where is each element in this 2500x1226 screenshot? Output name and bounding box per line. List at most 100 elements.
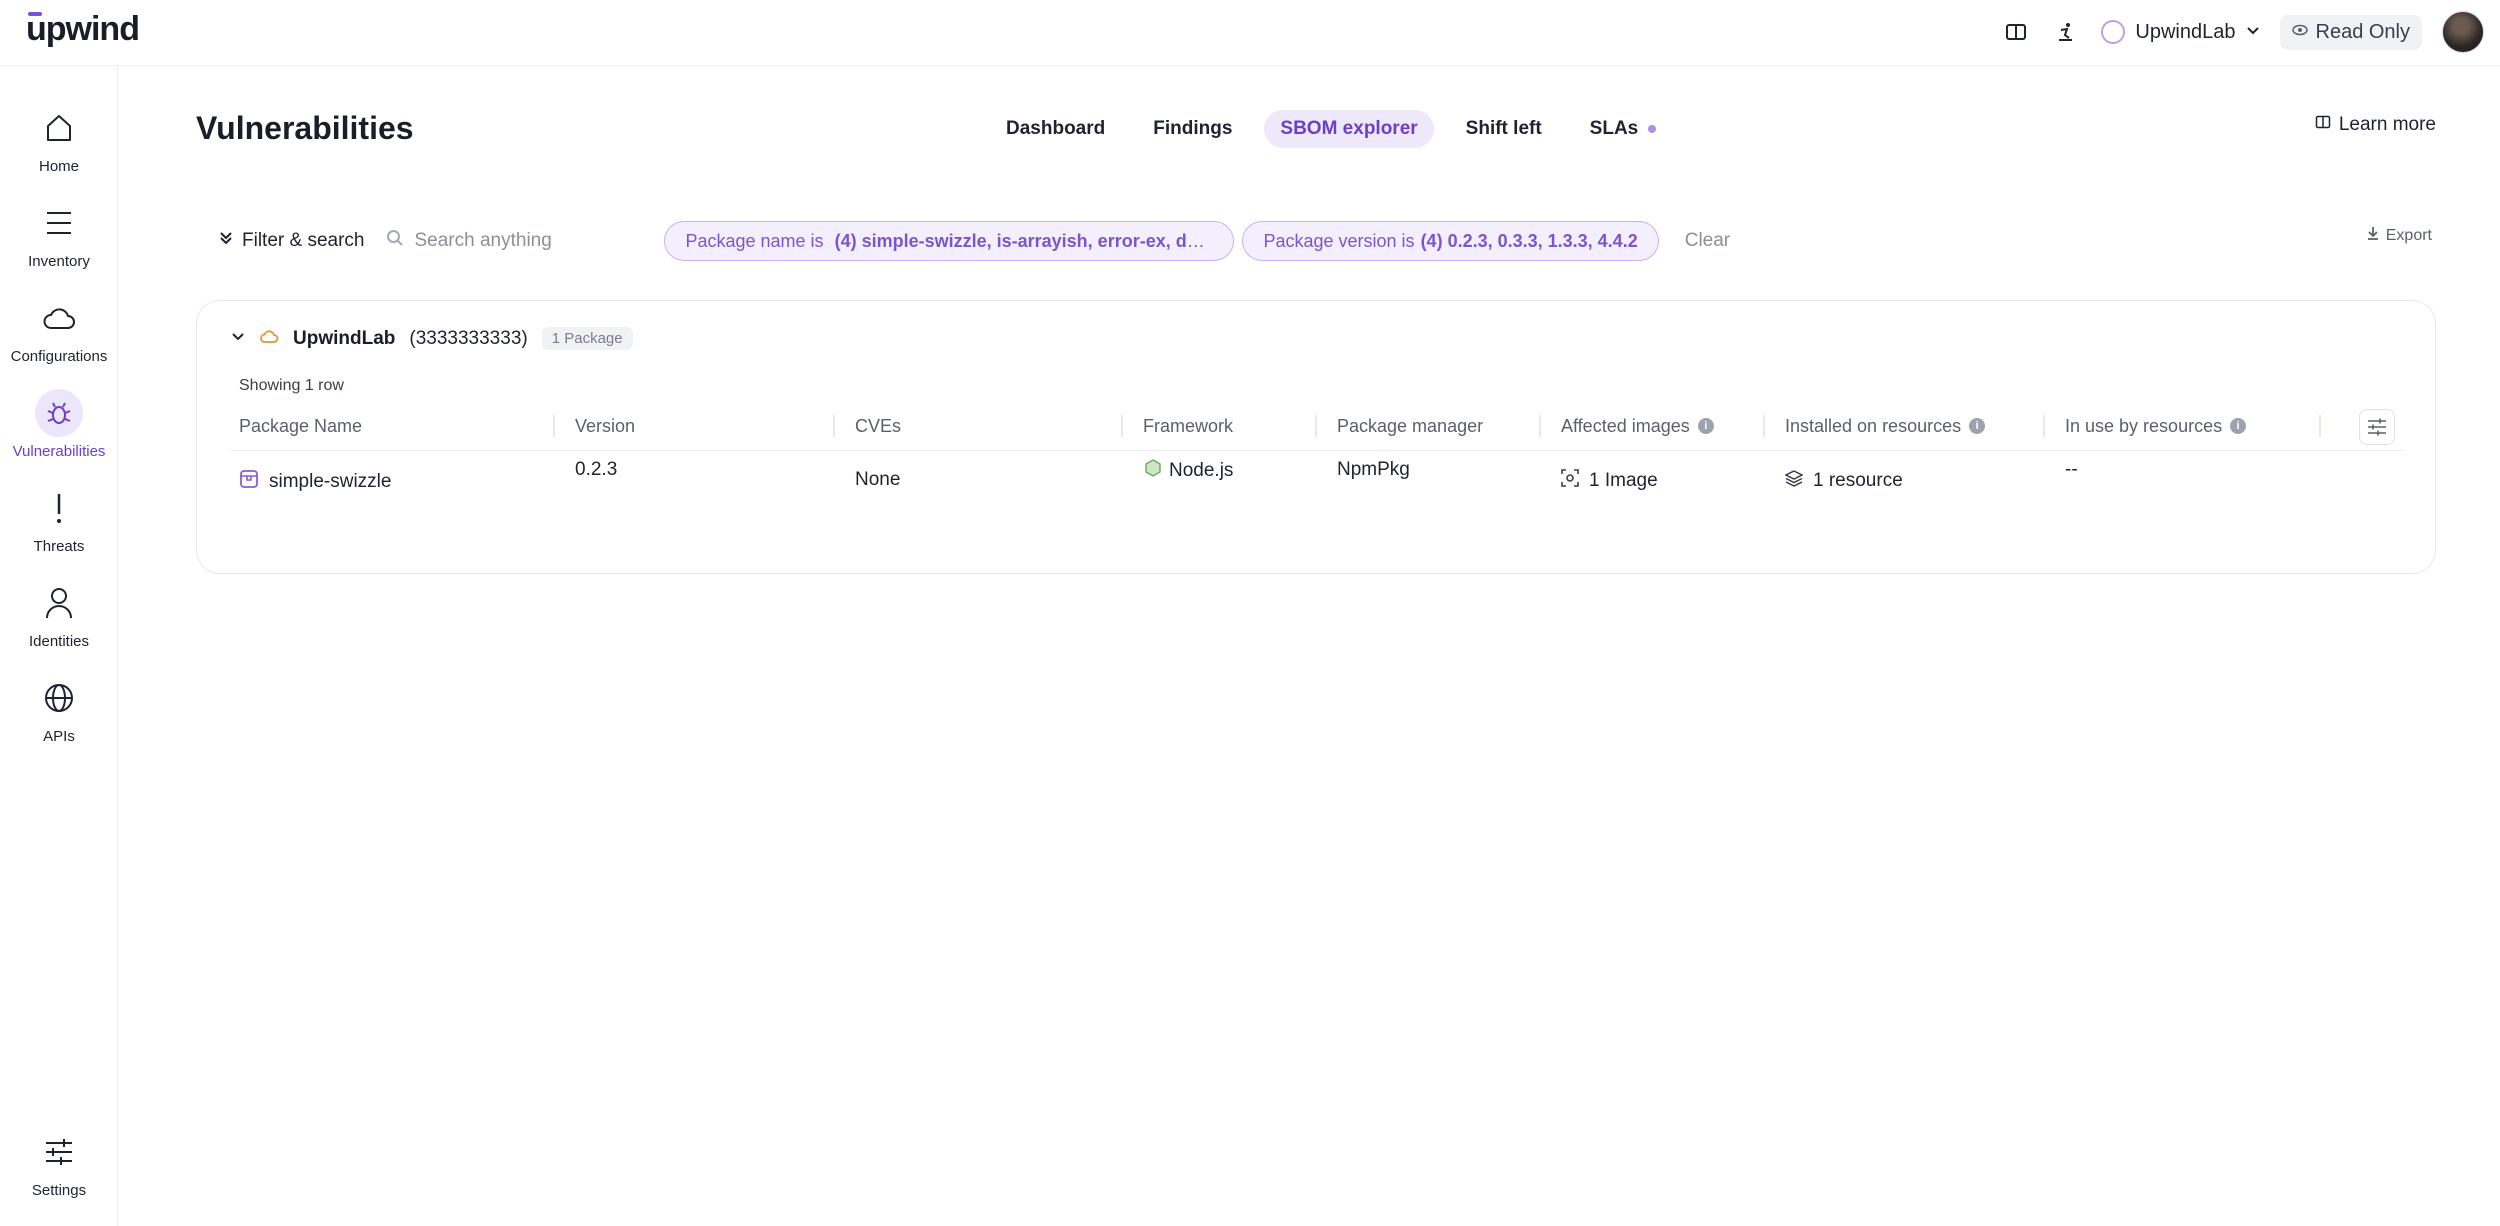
filter-chip-package-version[interactable]: Package version is (4) 0.2.3, 0.3.3, 1.3… — [1242, 221, 1659, 261]
tenant-ring-icon — [2101, 20, 2126, 44]
top-bar: upwind UpwindLab Read Only — [0, 0, 2500, 66]
column-header-framework[interactable]: Framework — [1143, 413, 1233, 439]
tab-slas-label: SLAs — [1589, 118, 1639, 139]
tab-findings[interactable]: Findings — [1137, 110, 1248, 148]
filter-chip-package-name[interactable]: Package name is (4) simple-swizzle, is-a… — [664, 221, 1235, 261]
sidebar-item-settings[interactable]: Settings — [0, 1128, 118, 1218]
sidebar-item-label: Configurations — [10, 348, 108, 365]
cell-affected-images[interactable]: 1 Image — [1561, 469, 1658, 493]
cell-package-manager: NpmPkg — [1337, 459, 1410, 480]
search-icon — [386, 229, 404, 253]
sidebar-item-vulnerabilities[interactable]: Vulnerabilities — [0, 389, 118, 479]
column-resize-handle[interactable] — [2319, 415, 2321, 437]
cell-installed-on-resources[interactable]: 1 resource — [1784, 469, 1903, 493]
column-header-package-name[interactable]: Package Name — [239, 413, 362, 439]
export-button[interactable]: Export — [2366, 226, 2432, 245]
filter-chip-prefix: Package version is — [1263, 230, 1415, 251]
sidebar-item-label: Inventory — [28, 253, 90, 270]
filter-chip-value: (4) 0.2.3, 0.3.3, 1.3.3, 4.4.2 — [1420, 230, 1638, 251]
sliders-icon — [35, 1128, 83, 1176]
filter-chip-prefix: Package name is — [685, 230, 824, 251]
list-icon — [35, 199, 83, 247]
column-header-package-manager[interactable]: Package manager — [1337, 413, 1483, 439]
package-name-text: simple-swizzle — [269, 471, 392, 492]
column-resize-handle[interactable] — [833, 415, 835, 437]
cloud-icon — [35, 294, 83, 342]
sidebar-item-inventory[interactable]: Inventory — [0, 199, 118, 289]
column-settings-button[interactable] — [2359, 409, 2395, 445]
export-label: Export — [2385, 226, 2432, 244]
book-icon — [2315, 114, 2331, 136]
tab-shift-left[interactable]: Shift left — [1450, 110, 1558, 148]
page-title: Vulnerabilities — [196, 110, 414, 146]
eye-icon — [2291, 21, 2308, 44]
filter-bar: Filter & search Search anything Package … — [218, 220, 1730, 262]
row-count-text: Showing 1 row — [239, 377, 344, 394]
column-header-version[interactable]: Version — [575, 413, 635, 439]
column-header-label: Affected images — [1561, 415, 1690, 436]
cell-cves: None — [855, 469, 901, 490]
sidebar-item-apis[interactable]: APIs — [0, 674, 118, 764]
book-icon[interactable] — [2001, 17, 2031, 47]
sidebar: Home Inventory Configurations Vulnerabil… — [0, 66, 118, 1226]
group-header[interactable]: UpwindLab (3333333333) 1 Package — [231, 327, 633, 350]
sidebar-item-identities[interactable]: Identities — [0, 579, 118, 669]
search-input[interactable]: Search anything — [386, 220, 656, 262]
globe-icon — [35, 674, 83, 722]
tenant-selector[interactable]: UpwindLab — [2101, 20, 2259, 44]
bug-icon — [35, 389, 83, 437]
group-name: UpwindLab — [293, 327, 396, 349]
package-count-badge: 1 Package — [541, 327, 633, 350]
column-header-installed-on-resources[interactable]: Installed on resources i — [1785, 413, 1986, 439]
sidebar-item-threats[interactable]: Threats — [0, 484, 118, 574]
column-header-affected-images[interactable]: Affected images i — [1561, 413, 1714, 439]
installed-on-text: 1 resource — [1813, 470, 1903, 491]
filter-search-button[interactable]: Filter & search — [218, 230, 364, 252]
app-logo[interactable]: upwind — [26, 10, 140, 49]
skater-icon[interactable] — [2051, 17, 2081, 47]
affected-images-text: 1 Image — [1589, 470, 1658, 491]
clear-filters-button[interactable]: Clear — [1685, 230, 1730, 252]
table-row[interactable]: simple-swizzle 0.2.3 None Node.js NpmPkg… — [229, 451, 2405, 521]
column-header-cves[interactable]: CVEs — [855, 413, 901, 439]
layers-icon — [1784, 469, 1804, 493]
filter-chip-text: Package name is (4) simple-swizzle, is-a… — [685, 231, 1213, 252]
column-resize-handle[interactable] — [1539, 415, 1541, 437]
sidebar-item-label: APIs — [43, 728, 75, 745]
info-icon[interactable]: i — [2230, 418, 2247, 434]
column-resize-handle[interactable] — [1315, 415, 1317, 437]
sidebar-item-home[interactable]: Home — [0, 104, 118, 194]
info-icon[interactable]: i — [1697, 418, 1714, 434]
tab-bar: Dashboard Findings SBOM explorer Shift l… — [990, 110, 1672, 148]
column-header-in-use-by-resources[interactable]: In use by resources i — [2065, 413, 2247, 439]
search-placeholder: Search anything — [414, 230, 552, 251]
column-resize-handle[interactable] — [2043, 415, 2045, 437]
column-resize-handle[interactable] — [1121, 415, 1123, 437]
cell-framework: Node.js — [1145, 459, 1233, 483]
sidebar-item-configurations[interactable]: Configurations — [0, 294, 118, 384]
chevron-down-icon[interactable] — [231, 328, 245, 350]
sidebar-item-label: Vulnerabilities — [12, 443, 106, 460]
filter-search-label: Filter & search — [242, 230, 365, 251]
column-header-label: Installed on resources — [1785, 415, 1962, 436]
avatar[interactable] — [2442, 11, 2484, 53]
info-icon[interactable]: i — [1969, 418, 1986, 434]
tab-slas[interactable]: SLAs — [1574, 110, 1673, 148]
tenant-name: UpwindLab — [2135, 20, 2236, 43]
cell-version: 0.2.3 — [575, 459, 618, 480]
cell-package-name[interactable]: simple-swizzle — [239, 469, 391, 495]
filter-chip-value: (4) simple-swizzle, is-arrayish, error-e… — [834, 230, 1214, 251]
tab-dashboard[interactable]: Dashboard — [990, 110, 1121, 148]
top-right-controls: UpwindLab Read Only — [2001, 11, 2484, 53]
column-resize-handle[interactable] — [553, 415, 555, 437]
results-panel: UpwindLab (3333333333) 1 Package Showing… — [196, 300, 2436, 574]
download-icon — [2366, 226, 2380, 245]
read-only-label: Read Only — [2315, 20, 2411, 43]
sidebar-item-label: Home — [38, 158, 79, 175]
column-resize-handle[interactable] — [1763, 415, 1765, 437]
sliders-icon — [2368, 418, 2386, 436]
learn-more-link[interactable]: Learn more — [2315, 114, 2436, 136]
nodejs-icon — [1145, 459, 1161, 483]
tab-sbom-explorer[interactable]: SBOM explorer — [1264, 110, 1434, 148]
double-chevron-down-icon — [218, 230, 234, 252]
